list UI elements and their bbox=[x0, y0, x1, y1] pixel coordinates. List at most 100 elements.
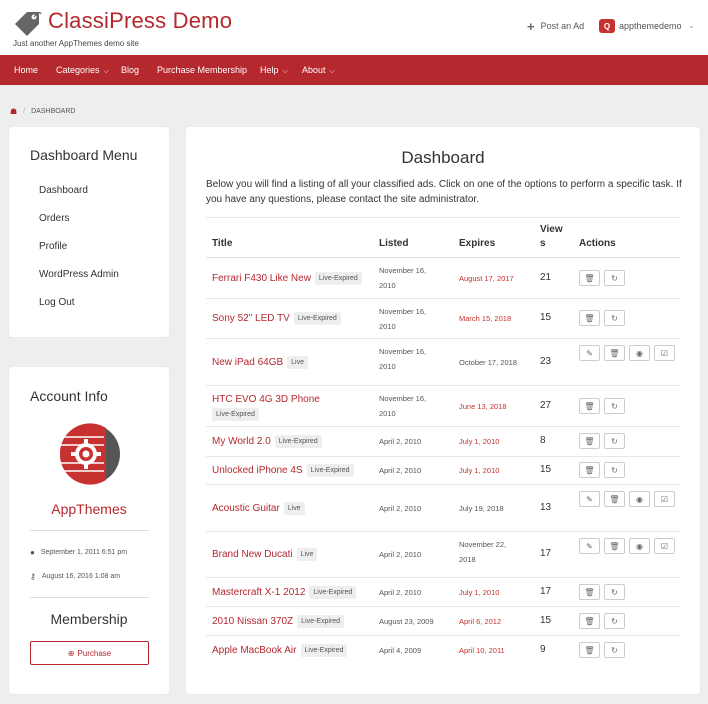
menu-item-orders[interactable]: Orders bbox=[39, 213, 70, 224]
column-views: View s bbox=[540, 223, 563, 251]
menu-item-wordpress-admin[interactable]: WordPress Admin bbox=[39, 269, 119, 280]
table-row: Sony 52" LED TV Live-Expired November 16, 2… bbox=[206, 299, 680, 339]
row-actions: 🗑 ↻ bbox=[579, 310, 679, 326]
ad-title-link[interactable]: My World 2.0 bbox=[212, 436, 271, 447]
delete-button[interactable]: 🗑 bbox=[604, 538, 625, 554]
nav-item-categories[interactable]: Categories ⌵ bbox=[56, 55, 109, 85]
user-menu[interactable]: Q appthemedemo ⌄ bbox=[599, 19, 694, 33]
listed-date-line1: April 2, 2010 bbox=[379, 466, 422, 475]
relist-button[interactable]: ↻ bbox=[604, 462, 625, 478]
delete-button[interactable]: 🗑 bbox=[604, 491, 625, 507]
delete-button[interactable]: 🗑 bbox=[604, 345, 625, 361]
listed-date-line1: April 2, 2010 bbox=[379, 588, 422, 597]
site-tagline: Just another AppThemes demo site bbox=[13, 39, 139, 48]
delete-button[interactable]: 🗑 bbox=[579, 433, 600, 449]
ad-title-cell: My World 2.0 Live-Expired bbox=[212, 434, 372, 449]
username: appthemedemo bbox=[619, 21, 682, 31]
listed-date: April 2, 2010 bbox=[379, 502, 449, 517]
ad-title-link[interactable]: HTC EVO 4G 3D Phone bbox=[212, 394, 320, 405]
ad-title-cell: Unlocked iPhone 4S Live-Expired bbox=[212, 463, 372, 478]
table-row: Unlocked iPhone 4S Live-Expired April 2, 2… bbox=[206, 457, 680, 485]
ad-title-link[interactable]: Acoustic Guitar bbox=[212, 503, 280, 514]
purchase-button[interactable]: ⊕ Purchase bbox=[30, 641, 149, 665]
expires-date: March 15, 2018 bbox=[459, 312, 534, 327]
listed-date-line1: April 2, 2010 bbox=[379, 504, 422, 513]
relist-button[interactable]: ↻ bbox=[604, 584, 625, 600]
relist-button[interactable]: ↻ bbox=[604, 398, 625, 414]
table-header: Title Listed Expires View s Actions bbox=[206, 217, 680, 258]
relist-button[interactable]: ↻ bbox=[604, 270, 625, 286]
listed-date: April 2, 2010 bbox=[379, 464, 449, 479]
delete-button[interactable]: 🗑 bbox=[579, 642, 600, 658]
views-count: 17 bbox=[540, 586, 552, 597]
pause-button[interactable]: ◉ bbox=[629, 345, 650, 361]
nav-item-home[interactable]: Home bbox=[14, 55, 38, 85]
nav-item-about[interactable]: About ⌵ bbox=[302, 55, 335, 85]
ad-title-link[interactable]: Sony 52" LED TV bbox=[212, 313, 290, 324]
listed-date-line1: November 16, bbox=[379, 266, 427, 275]
nav-item-purchase-membership[interactable]: Purchase Membership bbox=[157, 55, 247, 85]
listed-date-line1: April 4, 2009 bbox=[379, 646, 422, 655]
dashboard-menu-card: Dashboard Menu Dashboard Orders Profile … bbox=[9, 127, 169, 337]
relist-button[interactable]: ↻ bbox=[604, 433, 625, 449]
pause-circle-icon: ◉ bbox=[636, 348, 643, 358]
relist-button[interactable]: ↻ bbox=[604, 642, 625, 658]
delete-button[interactable]: 🗑 bbox=[579, 398, 600, 414]
delete-button[interactable]: 🗑 bbox=[579, 462, 600, 478]
price-tag-icon[interactable] bbox=[12, 8, 42, 38]
listed-date-line1: November 16, bbox=[379, 394, 427, 403]
row-actions: 🗑 ↻ bbox=[579, 613, 679, 629]
delete-button[interactable]: 🗑 bbox=[579, 613, 600, 629]
delete-button[interactable]: 🗑 bbox=[579, 310, 600, 326]
expires-date-line1: July 1, 2010 bbox=[459, 466, 500, 475]
column-expires: Expires bbox=[459, 238, 496, 249]
edit-button[interactable]: ✎ bbox=[579, 491, 600, 507]
ad-title-link[interactable]: Apple MacBook Air bbox=[212, 645, 297, 656]
post-ad-label: Post an Ad bbox=[540, 21, 585, 31]
edit-button[interactable]: ✎ bbox=[579, 538, 600, 554]
status-badge: Live bbox=[287, 355, 308, 369]
trash-icon: 🗑 bbox=[609, 348, 620, 358]
nav-label: Home bbox=[14, 65, 39, 75]
ad-title-link[interactable]: Unlocked iPhone 4S bbox=[212, 465, 303, 476]
menu-item-dashboard[interactable]: Dashboard bbox=[39, 185, 88, 196]
mark-sold-button[interactable]: ☑ bbox=[654, 538, 675, 554]
menu-item-profile[interactable]: Profile bbox=[39, 241, 67, 252]
table-row: HTC EVO 4G 3D Phone Live-Expired November … bbox=[206, 386, 680, 427]
plus-circle-icon: ⊕ bbox=[67, 648, 75, 658]
pause-circle-icon: ◉ bbox=[636, 494, 643, 504]
pause-button[interactable]: ◉ bbox=[629, 538, 650, 554]
ad-title-link[interactable]: Ferrari F430 Like New bbox=[212, 273, 311, 284]
expires-date: July 1, 2010 bbox=[459, 464, 534, 479]
ad-title-link[interactable]: Mastercraft X-1 2012 bbox=[212, 587, 305, 598]
pause-button[interactable]: ◉ bbox=[629, 491, 650, 507]
relist-button[interactable]: ↻ bbox=[604, 613, 625, 629]
table-row: Brand New Ducati Live April 2, 2010 Novembe… bbox=[206, 532, 680, 578]
status-badge: Live-Expired bbox=[306, 463, 354, 477]
ad-title-link[interactable]: 2010 Nissan 370Z bbox=[212, 616, 293, 627]
site-title[interactable]: ClassiPress Demo bbox=[48, 8, 232, 34]
nav-label: Purchase Membership bbox=[157, 65, 248, 75]
status-badge: Live-Expired bbox=[309, 585, 357, 599]
delete-button[interactable]: 🗑 bbox=[579, 584, 600, 600]
user-circle-icon: ● bbox=[30, 548, 35, 557]
ad-title-link[interactable]: New iPad 64GB bbox=[212, 357, 283, 368]
nav-item-help[interactable]: Help ⌵ bbox=[260, 55, 288, 85]
nav-item-blog[interactable]: Blog bbox=[121, 55, 139, 85]
menu-item-log-out[interactable]: Log Out bbox=[39, 297, 75, 308]
ad-title-cell: 2010 Nissan 370Z Live-Expired bbox=[212, 614, 372, 629]
trash-icon: 🗑 bbox=[584, 587, 595, 597]
mark-sold-button[interactable]: ☑ bbox=[654, 491, 675, 507]
home-icon[interactable]: ☗ bbox=[10, 107, 17, 116]
views-count: 15 bbox=[540, 464, 552, 475]
table-row: Apple MacBook Air Live-Expired April 4, 20… bbox=[206, 636, 680, 665]
divider bbox=[30, 597, 149, 598]
edit-button[interactable]: ✎ bbox=[579, 345, 600, 361]
mark-sold-button[interactable]: ☑ bbox=[654, 345, 675, 361]
delete-button[interactable]: 🗑 bbox=[579, 270, 600, 286]
post-ad-link[interactable]: + Post an Ad bbox=[527, 20, 585, 33]
ad-title-link[interactable]: Brand New Ducati bbox=[212, 549, 293, 560]
trash-icon: 🗑 bbox=[584, 313, 595, 323]
relist-button[interactable]: ↻ bbox=[604, 310, 625, 326]
account-name[interactable]: AppThemes bbox=[9, 501, 169, 517]
